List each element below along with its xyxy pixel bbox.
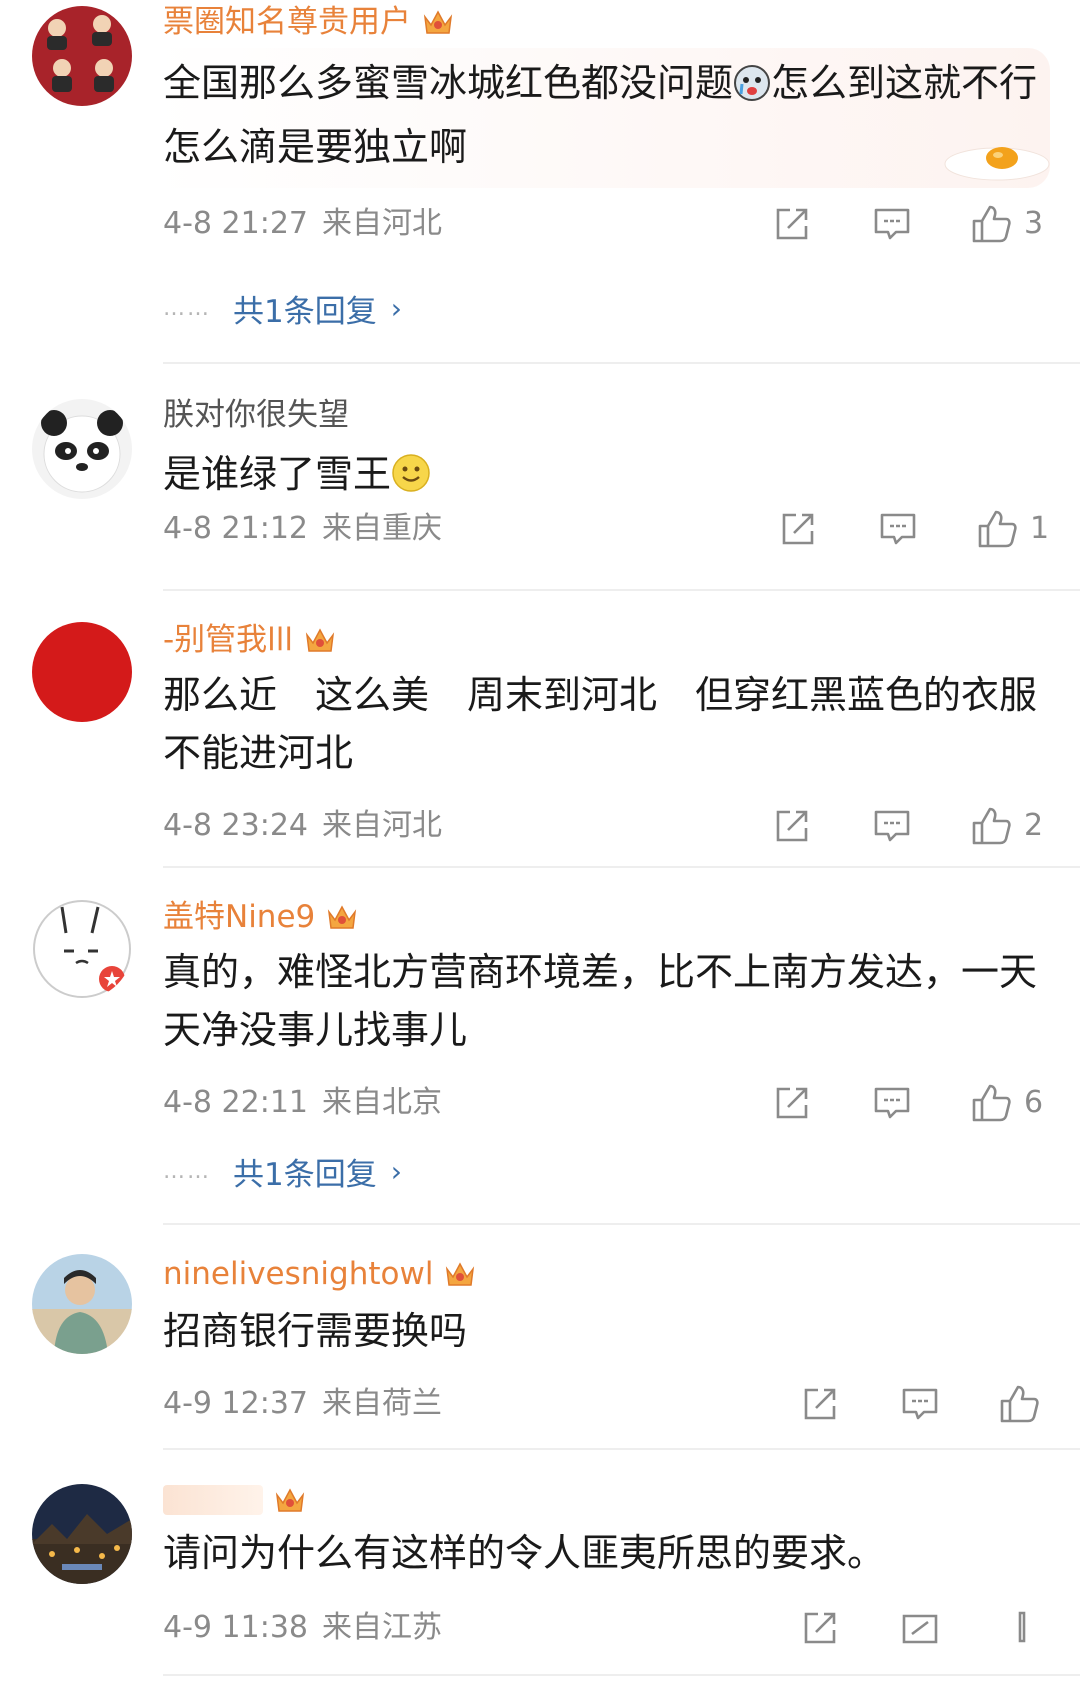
comment-text: 那么近 这么美 周末到河北 但穿红黑蓝色的衣服不能进河北 xyxy=(163,666,1043,782)
username-text[interactable]: -别管我lll xyxy=(163,618,293,662)
avatar[interactable] xyxy=(32,399,132,499)
action-bar: 6 xyxy=(0,1081,1080,1125)
like-count: 2 xyxy=(1024,808,1044,843)
like-count: 1 xyxy=(1030,511,1050,546)
comment-text-part: 是谁绿了雪王 xyxy=(163,452,392,496)
comment-text: 真的，难怪北方营商环境差，比不上南方发达，一天天净没事儿找事儿 xyxy=(163,943,1043,1059)
share-icon xyxy=(776,208,808,240)
share-button[interactable] xyxy=(772,804,812,848)
view-replies-link[interactable]: …… 共1条回复 › xyxy=(163,1149,402,1193)
comment-text-part: 真的，难怪北方营商环境差，比不上南方发达，一天天净没事儿找事儿 xyxy=(163,950,1038,1052)
comment-text: 是谁绿了雪王 xyxy=(163,445,1043,509)
share-button[interactable] xyxy=(772,1081,812,1125)
username[interactable]: -别管我lll xyxy=(163,618,337,662)
comment-icon xyxy=(874,208,910,240)
thumbs-up-icon xyxy=(1018,1611,1026,1643)
smile-emoji-icon xyxy=(391,451,431,509)
vip-crown-icon xyxy=(421,5,455,39)
username[interactable]: 朕对你很失望 xyxy=(163,393,349,437)
action-bar: 1 xyxy=(0,507,1080,551)
divider xyxy=(163,1448,1080,1450)
vip-crown-icon xyxy=(325,900,359,934)
comment-text: 全国那么多蜜雪冰城红色都没问题 怎么到这就不行怎么滴是要独立啊 xyxy=(163,54,1043,176)
replies-label[interactable]: 共1条回复 xyxy=(233,1149,377,1194)
share-icon xyxy=(804,1388,836,1420)
share-icon xyxy=(776,810,808,842)
avatar[interactable] xyxy=(32,1484,132,1584)
chevron-right-icon: › xyxy=(390,1154,402,1188)
view-replies-link[interactable]: …… 共1条回复 › xyxy=(163,286,402,330)
username[interactable]: ninelivesnightowl xyxy=(163,1252,477,1296)
comment-icon xyxy=(880,513,916,545)
avatar[interactable] xyxy=(32,1254,132,1354)
share-icon xyxy=(776,1087,808,1119)
dots-decoration: …… xyxy=(163,1158,211,1184)
share-button[interactable] xyxy=(778,507,818,551)
share-icon xyxy=(804,1612,836,1644)
like-button[interactable] xyxy=(1010,1606,1034,1650)
username-text[interactable] xyxy=(163,1485,263,1515)
vip-crown-icon xyxy=(443,1257,477,1291)
comment-text-part: 请问为什么有这样的令人匪夷所思的要求。 xyxy=(163,1531,886,1575)
action-bar: 2 xyxy=(0,804,1080,848)
share-button[interactable] xyxy=(800,1382,840,1426)
reply-button[interactable] xyxy=(872,804,912,848)
reply-button[interactable] xyxy=(872,202,912,246)
share-button[interactable] xyxy=(800,1606,840,1650)
divider xyxy=(163,589,1080,591)
thumbs-up-icon xyxy=(972,1084,1011,1122)
like-button[interactable]: 1 xyxy=(976,507,1049,551)
share-button[interactable] xyxy=(772,202,812,246)
divider xyxy=(163,1674,1080,1676)
comment-icon xyxy=(902,1388,938,1420)
username[interactable]: 盖特Nine9 xyxy=(163,895,359,939)
like-count: 6 xyxy=(1024,1085,1044,1120)
thumbs-up-icon xyxy=(978,510,1017,548)
like-button[interactable]: 3 xyxy=(970,202,1043,246)
like-count: 3 xyxy=(1024,206,1044,241)
comment-text: 请问为什么有这样的令人匪夷所思的要求。 xyxy=(163,1524,1043,1582)
comment-icon xyxy=(902,1614,938,1644)
thumbs-up-icon xyxy=(972,807,1011,845)
vip-crown-icon xyxy=(303,623,337,657)
thumbs-up-icon xyxy=(972,205,1011,243)
comment-icon xyxy=(874,810,910,842)
like-button[interactable]: 6 xyxy=(970,1081,1043,1125)
comment-text-part: 招商银行需要换吗 xyxy=(163,1309,468,1353)
avatar[interactable] xyxy=(32,6,132,106)
action-bar xyxy=(0,1606,1080,1650)
comment-text: 招商银行需要换吗 xyxy=(163,1302,1043,1360)
dots-decoration: …… xyxy=(163,295,211,321)
username-text[interactable]: ninelivesnightowl xyxy=(163,1252,433,1296)
comment-text-part: 那么近 这么美 周末到河北 但穿红黑蓝色的衣服不能进河北 xyxy=(163,673,1038,775)
username[interactable]: 票圈知名尊贵用户 xyxy=(163,0,455,44)
like-button[interactable] xyxy=(998,1382,1040,1426)
vip-crown-icon xyxy=(273,1483,307,1517)
divider xyxy=(163,866,1080,868)
reply-button[interactable] xyxy=(872,1081,912,1125)
chevron-right-icon: › xyxy=(390,291,402,325)
avatar[interactable] xyxy=(32,899,132,999)
like-button[interactable]: 2 xyxy=(970,804,1043,848)
action-bar: 3 xyxy=(0,202,1080,246)
avatar[interactable] xyxy=(32,622,132,722)
comment-icon xyxy=(874,1087,910,1119)
username-text[interactable]: 票圈知名尊贵用户 xyxy=(163,0,411,44)
share-icon xyxy=(782,513,814,545)
fried-egg-decoration-icon xyxy=(942,140,1052,188)
thumbs-up-icon xyxy=(1000,1385,1039,1423)
username[interactable] xyxy=(163,1478,307,1522)
username-text[interactable]: 盖特Nine9 xyxy=(163,895,315,939)
reply-button[interactable] xyxy=(900,1606,940,1650)
replies-label[interactable]: 共1条回复 xyxy=(233,286,377,331)
reply-button[interactable] xyxy=(878,507,918,551)
comment-text-part: 全国那么多蜜雪冰城红色都没问题 xyxy=(163,61,734,105)
reply-button[interactable] xyxy=(900,1382,940,1426)
crying-face-emoji-icon xyxy=(733,60,771,118)
divider xyxy=(163,1223,1080,1225)
divider xyxy=(163,362,1080,364)
username-text[interactable]: 朕对你很失望 xyxy=(163,393,349,437)
action-bar xyxy=(0,1382,1080,1426)
